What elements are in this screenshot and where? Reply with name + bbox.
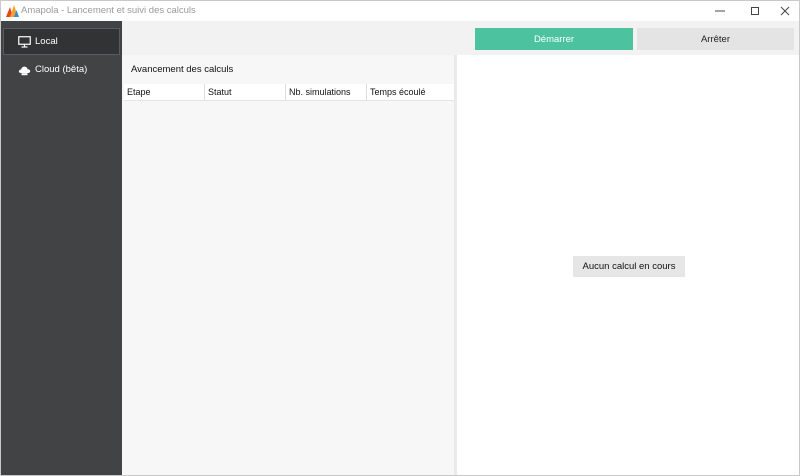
column-header-simulations[interactable]: Nb. simulations: [286, 84, 367, 100]
stop-button[interactable]: Arrêter: [637, 28, 794, 50]
close-button[interactable]: [770, 1, 799, 21]
cloud-icon: [18, 64, 31, 76]
app-window: Amapola - Lancement et suivi des calculs…: [0, 0, 800, 476]
minimize-icon: [715, 10, 725, 12]
sidebar: Local Cloud (bêta): [1, 21, 122, 475]
progress-table-header: Etape Statut Nb. simulations Temps écoul…: [124, 84, 454, 101]
toolbar: Démarrer Arrêter: [122, 21, 799, 55]
title-bar: Amapola - Lancement et suivi des calculs: [1, 1, 799, 21]
column-header-step[interactable]: Etape: [124, 84, 205, 100]
progress-panel: Avancement des calculs Etape Statut Nb. …: [122, 55, 454, 475]
start-button[interactable]: Démarrer: [475, 28, 633, 50]
monitor-icon: [18, 35, 31, 48]
window-title: Amapola - Lancement et suivi des calculs: [21, 5, 196, 16]
sidebar-item-local[interactable]: Local: [1, 28, 122, 55]
column-header-status[interactable]: Statut: [205, 84, 286, 100]
amapola-logo-icon: [6, 5, 19, 17]
column-header-elapsed-time[interactable]: Temps écoulé: [367, 84, 454, 100]
minimize-button[interactable]: [705, 1, 735, 21]
sidebar-item-label: Local: [35, 36, 58, 47]
details-panel: Aucun calcul en cours: [457, 55, 799, 475]
maximize-icon: [751, 7, 759, 15]
progress-title: Avancement des calculs: [131, 64, 234, 75]
empty-state-message: Aucun calcul en cours: [573, 256, 685, 277]
maximize-button[interactable]: [740, 1, 770, 21]
sidebar-item-cloud[interactable]: Cloud (bêta): [1, 56, 122, 83]
sidebar-item-label: Cloud (bêta): [35, 64, 88, 75]
close-icon: [780, 6, 790, 16]
